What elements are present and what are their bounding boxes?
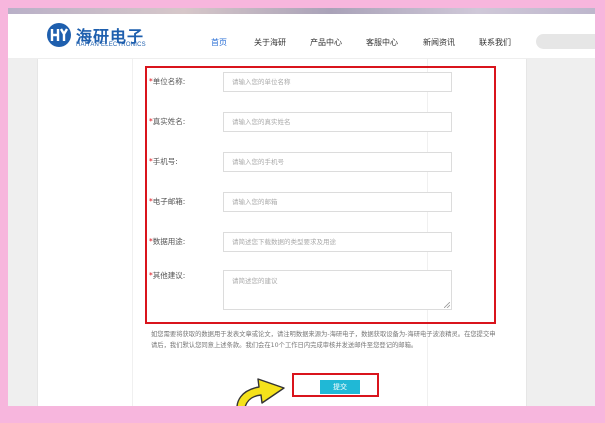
brand-logo[interactable]: 海研电子 HAIYAN ELECTRONICS bbox=[46, 22, 156, 52]
email-input[interactable]: 请输入您的邮箱 bbox=[223, 192, 452, 212]
page-gutter-left bbox=[8, 59, 37, 406]
data-usage-notice: 如您需要将获取的数据用于发表文章或论文，请注明数据来源为-海研电子，数据获取设备… bbox=[151, 331, 496, 349]
brand-logo-icon bbox=[47, 23, 71, 47]
field-label-name: *真实姓名: bbox=[149, 117, 186, 126]
search-bar[interactable] bbox=[536, 34, 595, 49]
nav-item-news[interactable]: 新闻资讯 bbox=[423, 37, 455, 48]
suggestion-placeholder: 请简述您的建议 bbox=[232, 277, 278, 285]
field-label-phone: *手机号: bbox=[149, 157, 178, 166]
phone-input[interactable]: 请输入您的手机号 bbox=[223, 152, 452, 172]
brand-name-en: HAIYAN ELECTRONICS bbox=[76, 42, 146, 48]
resize-grip-icon[interactable] bbox=[444, 302, 450, 308]
page-gutter-right bbox=[527, 59, 595, 406]
suggestion-textarea[interactable]: 请简述您的建议 bbox=[223, 270, 452, 310]
browser-viewport: 海研电子 HAIYAN ELECTRONICS 首页 关于海研 产品中心 客服中… bbox=[8, 8, 595, 406]
field-label-usage: *数据用途: bbox=[149, 237, 186, 246]
nav-item-service[interactable]: 客服中心 bbox=[366, 37, 398, 48]
field-label-company: *单位名称: bbox=[149, 77, 186, 86]
pointer-arrow-icon bbox=[236, 378, 285, 406]
site-header: 海研电子 HAIYAN ELECTRONICS 首页 关于海研 产品中心 客服中… bbox=[8, 14, 595, 59]
nav-item-about[interactable]: 关于海研 bbox=[254, 37, 286, 48]
name-input[interactable]: 请输入您的真实姓名 bbox=[223, 112, 452, 132]
field-label-suggestion: *其他建议: bbox=[149, 271, 186, 280]
nav-item-home[interactable]: 首页 bbox=[211, 37, 227, 48]
usage-input[interactable]: 请简述您下载数据的类型要求及用途 bbox=[223, 232, 452, 252]
company-input[interactable]: 请输入您的单位名称 bbox=[223, 72, 452, 92]
submit-button[interactable]: 提交 bbox=[320, 380, 360, 394]
nav-item-products[interactable]: 产品中心 bbox=[310, 37, 342, 48]
field-label-email: *电子邮箱: bbox=[149, 197, 186, 206]
nav-item-contact[interactable]: 联系我们 bbox=[479, 37, 511, 48]
